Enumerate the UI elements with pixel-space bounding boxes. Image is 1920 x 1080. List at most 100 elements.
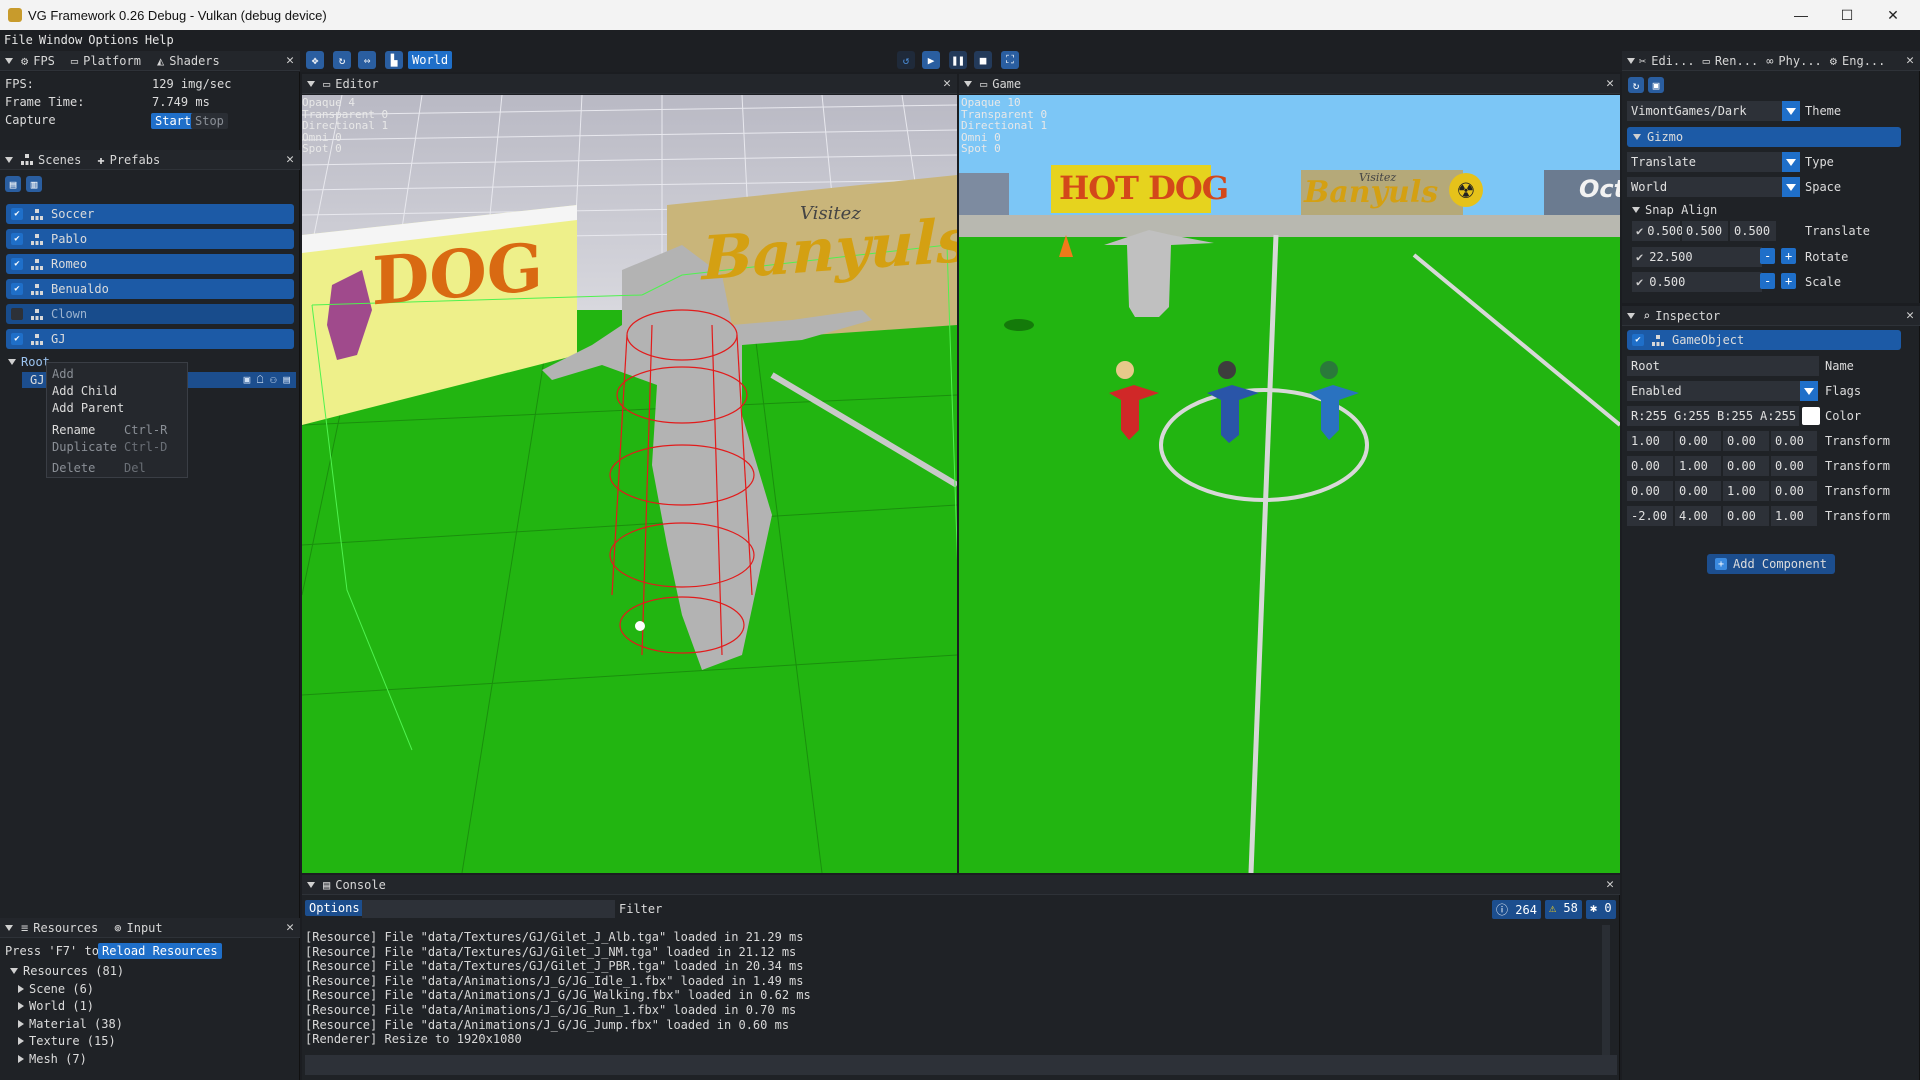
decrement-button[interactable]: - — [1760, 248, 1776, 264]
collapse-icon[interactable] — [5, 156, 13, 163]
checkbox[interactable]: ✔ — [11, 208, 23, 220]
console-filter-input[interactable] — [362, 900, 615, 918]
refresh-icon[interactable]: ↻ — [1628, 77, 1644, 93]
add-component-button[interactable]: + Add Component — [1707, 554, 1835, 574]
snap-scale-input[interactable]: ✔ 0.500 — [1632, 272, 1762, 292]
tab-prefabs[interactable]: ✚ Prefabs — [89, 150, 168, 170]
checkbox[interactable]: ✔ — [1632, 334, 1644, 346]
snap-align-header[interactable]: Snap Align — [1632, 203, 1717, 217]
transform-cell[interactable]: 0.00 — [1771, 431, 1817, 451]
checkbox[interactable]: ✔ — [11, 333, 23, 345]
gizmo-space-select[interactable]: World — [1627, 177, 1787, 197]
tab-game[interactable]: ▭ Game — [972, 74, 1029, 94]
reload-resources-button[interactable]: Reload Resources — [98, 943, 222, 959]
resource-material[interactable]: Material (38) — [18, 1017, 123, 1031]
color-a[interactable]: A:255 — [1756, 406, 1799, 426]
close-icon[interactable]: ✕ — [1906, 53, 1914, 68]
save-icon[interactable]: ▣ — [1648, 77, 1664, 93]
chevron-down-icon[interactable] — [1782, 177, 1800, 197]
tab-inspector[interactable]: ⌕ Inspector — [1635, 306, 1728, 326]
transform-cell[interactable]: 0.00 — [1771, 456, 1817, 476]
resource-scene[interactable]: Scene (6) — [18, 982, 94, 996]
maximize-button[interactable]: ☐ — [1824, 0, 1870, 30]
collapse-icon[interactable] — [5, 924, 13, 931]
rotate-tool-icon[interactable]: ↻ — [333, 51, 351, 69]
tree-root[interactable]: Root — [8, 355, 50, 369]
color-b[interactable]: B:255 — [1713, 406, 1756, 426]
pause-icon[interactable]: ❚❚ — [949, 51, 967, 69]
menu-item-duplicate[interactable]: Duplicate — [52, 440, 117, 454]
decrement-button[interactable]: - — [1760, 273, 1776, 289]
menu-help[interactable]: Help — [145, 33, 180, 47]
chevron-down-icon[interactable] — [1800, 381, 1818, 401]
info-counter[interactable]: ⓘ 264 — [1492, 900, 1541, 919]
scene-row-romeo[interactable]: ✔ Romeo — [6, 254, 294, 274]
tab-platform[interactable]: ▭ Platform — [63, 51, 149, 71]
color-g[interactable]: G:255 — [1670, 406, 1713, 426]
menu-window[interactable]: Window — [39, 33, 88, 47]
scene-row-benualdo[interactable]: ✔ Benualdo — [6, 279, 294, 299]
tab-resources[interactable]: ≡ Resources — [13, 918, 106, 938]
console-command-input[interactable] — [305, 1055, 1617, 1075]
transform-cell[interactable]: 0.00 — [1723, 506, 1769, 526]
gizmo-type-select[interactable]: Translate — [1627, 152, 1787, 172]
chevron-down-icon[interactable] — [1782, 152, 1800, 172]
tab-console[interactable]: ▤ Console — [315, 875, 394, 895]
collapse-icon[interactable] — [5, 57, 13, 64]
close-icon[interactable]: ✕ — [286, 920, 294, 935]
minimize-button[interactable]: — — [1778, 0, 1824, 30]
snap-tool-icon[interactable]: ▙ — [385, 51, 403, 69]
checkbox[interactable] — [11, 308, 23, 320]
transform-cell[interactable]: 0.00 — [1627, 481, 1673, 501]
transform-cell[interactable]: 1.00 — [1723, 481, 1769, 501]
scale-tool-icon[interactable]: ⇔ — [358, 51, 376, 69]
transform-cell[interactable]: 0.00 — [1675, 431, 1721, 451]
tab-editor-settings[interactable]: ✂ Edi... — [1635, 51, 1699, 71]
scene-row-gj[interactable]: ✔ GJ — [6, 329, 294, 349]
space-world-button[interactable]: World — [408, 51, 453, 69]
play-icon[interactable]: ▶ — [922, 51, 940, 69]
menu-options[interactable]: Options — [88, 33, 145, 47]
resource-mesh[interactable]: Mesh (7) — [18, 1052, 87, 1066]
transform-cell[interactable]: 1.00 — [1675, 456, 1721, 476]
close-icon[interactable]: ✕ — [1606, 877, 1614, 892]
restart-icon[interactable]: ↺ — [897, 51, 915, 69]
close-icon[interactable]: ✕ — [1606, 76, 1614, 91]
tab-shaders[interactable]: ◭ Shaders — [149, 51, 228, 71]
color-swatch[interactable] — [1802, 407, 1820, 425]
error-counter[interactable]: ✱ 0 — [1585, 900, 1616, 919]
game-viewport[interactable]: HOT DOG Visitez Banyuls ☢ Oct Opaque 10T… — [959, 95, 1620, 873]
checkbox[interactable]: ✔ — [11, 233, 23, 245]
move-tool-icon[interactable]: ✥ — [306, 51, 324, 69]
increment-button[interactable]: + — [1781, 248, 1797, 264]
menu-item-rename[interactable]: Rename — [52, 423, 95, 437]
close-icon[interactable]: ✕ — [286, 152, 294, 167]
name-input[interactable]: Root — [1627, 356, 1819, 376]
snap-translate-y[interactable]: 0.500 — [1682, 221, 1728, 241]
close-icon[interactable]: ✕ — [943, 76, 951, 91]
tab-fps[interactable]: ⚙ FPS — [13, 51, 63, 71]
snap-translate-toggle[interactable]: ✔ 0.500 — [1632, 221, 1683, 241]
transform-cell[interactable]: 0.00 — [1771, 481, 1817, 501]
fullscreen-icon[interactable]: ⛶ — [1001, 51, 1019, 69]
capture-stop-button[interactable]: Stop — [191, 113, 228, 129]
gameobject-header[interactable]: ✔ GameObject — [1627, 330, 1901, 350]
stop-icon[interactable]: ■ — [974, 51, 992, 69]
gizmo-header[interactable]: Gizmo — [1627, 127, 1901, 147]
close-icon[interactable]: ✕ — [286, 53, 294, 68]
theme-select[interactable]: VimontGames/Dark — [1627, 101, 1787, 121]
transform-cell[interactable]: 0.00 — [1723, 431, 1769, 451]
increment-button[interactable]: + — [1781, 273, 1797, 289]
console-scrollbar[interactable] — [1602, 925, 1610, 1055]
color-r[interactable]: R:255 — [1627, 406, 1670, 426]
snap-rotate-input[interactable]: ✔ 22.500 — [1632, 247, 1762, 267]
tab-engine[interactable]: ⚙ Eng... — [1826, 51, 1890, 71]
menu-item-add-parent[interactable]: Add Parent — [52, 401, 124, 415]
new-scene-icon[interactable]: ▤ — [5, 176, 21, 192]
chevron-down-icon[interactable] — [1782, 101, 1800, 121]
editor-viewport[interactable]: DOG Visitez Banyuls Opaque 4 Transparent … — [302, 95, 957, 873]
resources-root[interactable]: Resources (81) — [10, 964, 124, 978]
console-options-button[interactable]: Options — [305, 900, 364, 916]
checkbox[interactable]: ✔ — [11, 283, 23, 295]
close-icon[interactable]: ✕ — [1906, 308, 1914, 323]
